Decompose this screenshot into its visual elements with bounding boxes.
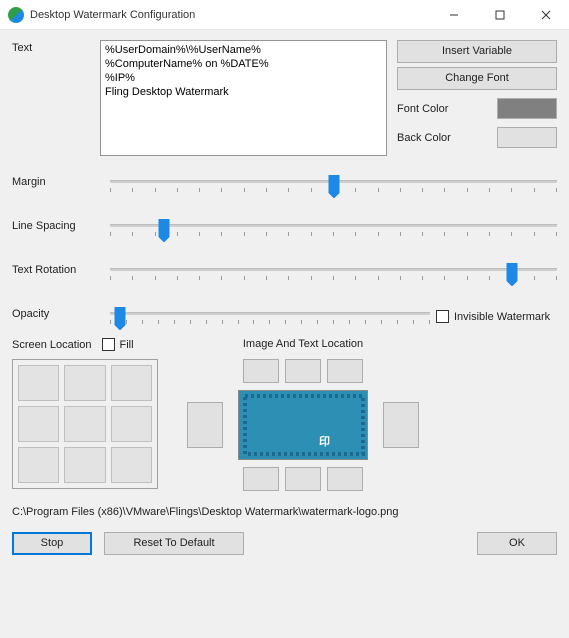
imgtxt-bot-left[interactable]	[243, 467, 279, 491]
screen-location-grid	[12, 359, 158, 489]
fill-checkbox[interactable]	[102, 338, 115, 351]
app-icon	[8, 7, 24, 23]
reset-button[interactable]: Reset To Default	[104, 532, 244, 555]
imgtxt-top-left[interactable]	[243, 359, 279, 383]
svg-text:印: 印	[319, 435, 330, 448]
loc-br[interactable]	[111, 447, 152, 483]
image-path-label: C:\Program Files (x86)\VMware\Flings\Des…	[12, 506, 557, 518]
loc-mr[interactable]	[111, 406, 152, 442]
loc-tr[interactable]	[111, 365, 152, 401]
change-font-button[interactable]: Change Font	[397, 67, 557, 90]
ok-button[interactable]: OK	[477, 532, 557, 555]
font-color-swatch[interactable]	[497, 98, 557, 119]
imgtxt-mid-left[interactable]	[187, 402, 223, 448]
text-rotation-slider[interactable]	[110, 262, 557, 288]
margin-slider[interactable]	[110, 174, 557, 200]
loc-ml[interactable]	[18, 406, 59, 442]
text-label: Text	[12, 40, 90, 156]
maximize-button[interactable]	[477, 0, 523, 30]
invisible-watermark-label: Invisible Watermark	[454, 311, 550, 323]
window-title: Desktop Watermark Configuration	[30, 9, 431, 21]
imgtxt-bot-right[interactable]	[327, 467, 363, 491]
invisible-watermark-checkbox[interactable]	[436, 310, 449, 323]
font-color-label: Font Color	[397, 103, 491, 115]
margin-label: Margin	[12, 174, 110, 188]
watermark-text-input[interactable]	[100, 40, 387, 156]
imgtxt-top-right[interactable]	[327, 359, 363, 383]
watermark-preview: 印	[238, 390, 368, 460]
loc-tl[interactable]	[18, 365, 59, 401]
image-text-location-label: Image And Text Location	[188, 338, 418, 350]
back-color-label: Back Color	[397, 132, 491, 144]
line-spacing-slider[interactable]	[110, 218, 557, 244]
insert-variable-button[interactable]: Insert Variable	[397, 40, 557, 63]
loc-mc[interactable]	[64, 406, 105, 442]
opacity-slider[interactable]	[110, 306, 430, 332]
loc-bc[interactable]	[64, 447, 105, 483]
close-button[interactable]	[523, 0, 569, 30]
line-spacing-label: Line Spacing	[12, 218, 110, 232]
imgtxt-bot-center[interactable]	[285, 467, 321, 491]
imgtxt-mid-right[interactable]	[383, 402, 419, 448]
loc-bl[interactable]	[18, 447, 59, 483]
stop-button[interactable]: Stop	[12, 532, 92, 555]
text-rotation-label: Text Rotation	[12, 262, 110, 276]
screen-location-label: Screen Location	[12, 339, 92, 351]
imgtxt-top-center[interactable]	[285, 359, 321, 383]
fill-label: Fill	[120, 339, 134, 351]
minimize-button[interactable]	[431, 0, 477, 30]
loc-tc[interactable]	[64, 365, 105, 401]
back-color-swatch[interactable]	[497, 127, 557, 148]
opacity-label: Opacity	[12, 306, 110, 320]
